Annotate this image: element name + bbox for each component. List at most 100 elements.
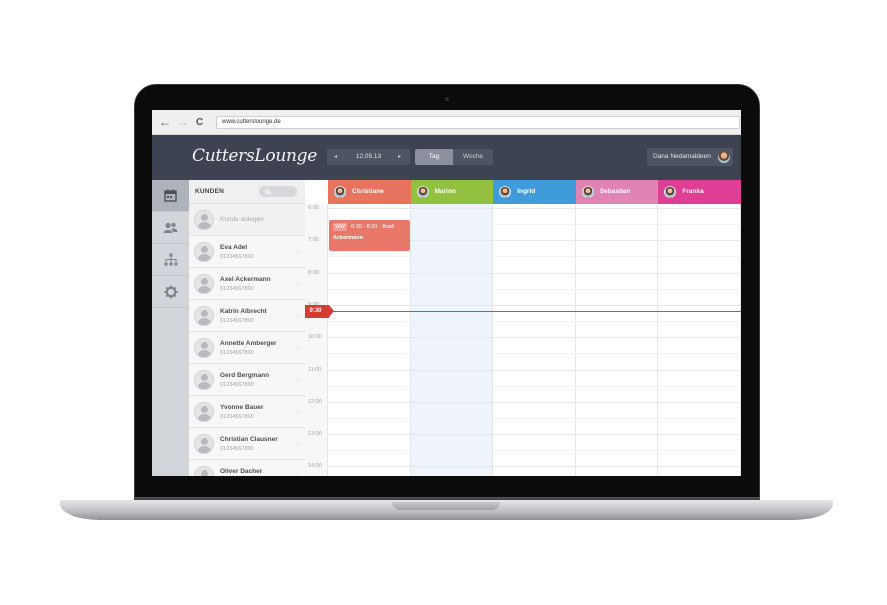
staff-name: Marion	[434, 188, 456, 195]
user-menu[interactable]: Dana Nedamaldeen	[647, 148, 733, 166]
time-label: 6:00	[308, 205, 319, 211]
back-icon[interactable]: ←	[159, 115, 171, 129]
staff-day-column[interactable]	[576, 204, 659, 476]
customer-name: Oliver Dacher	[220, 468, 263, 475]
drag-handle-icon[interactable]: ⋮	[295, 473, 301, 476]
screen: ← → C www.cutterslounge.de CuttersLounge…	[152, 110, 741, 476]
drag-handle-icon[interactable]: ⋮	[295, 377, 301, 384]
hour-gridline	[328, 401, 741, 403]
time-label: 8:00	[308, 269, 319, 276]
address-bar[interactable]: www.cutterslounge.de	[216, 116, 740, 129]
avatar-placeholder	[194, 402, 214, 422]
hour-gridline	[328, 208, 741, 209]
drag-handle-icon[interactable]: ⋮	[295, 249, 301, 256]
sidebar-item-calendar[interactable]	[152, 180, 189, 212]
staff-avatar	[664, 186, 677, 198]
avatar-placeholder	[194, 370, 214, 390]
drag-handle-icon[interactable]: ⋮	[295, 313, 301, 320]
avatar-placeholder	[194, 434, 214, 454]
reload-icon[interactable]: C	[196, 116, 203, 130]
customer-list-item[interactable]: Katrin Albrecht 01234567890 ⋮	[189, 300, 305, 332]
appointment-customer-last: Ackermann	[333, 235, 363, 241]
customer-phone: 01234567890	[220, 286, 254, 292]
customer-phone: 01234567890	[220, 318, 254, 324]
appointment-time: 6:30 - 8:00	[351, 224, 378, 230]
avatar-placeholder	[194, 242, 214, 262]
staff-column-header[interactable]: Ingrid	[493, 180, 577, 204]
current-time-line	[305, 311, 741, 312]
customer-phone: 01234567890	[220, 254, 254, 260]
customer-name: Katrin Albrecht	[220, 308, 267, 315]
staff-day-column[interactable]	[410, 204, 494, 476]
drag-handle-icon[interactable]: ⋮	[295, 345, 301, 352]
customer-panel-title: KUNDEN	[195, 188, 225, 195]
forward-icon[interactable]: →	[177, 115, 189, 129]
staff-name: Ingrid	[517, 188, 536, 195]
sidebar-item-customers[interactable]	[152, 212, 189, 244]
sidebar-item-structure[interactable]	[152, 244, 189, 276]
customer-name: Christian Clausner	[220, 436, 278, 443]
appointment-customer-first: Axel	[382, 224, 394, 230]
app-logo[interactable]: CuttersLounge	[192, 146, 317, 166]
customer-list-item[interactable]: Gerd Bergmann 01234567890 ⋮	[189, 364, 305, 396]
avatar-placeholder	[194, 466, 214, 476]
app-header: CuttersLounge ◂ 12.05.13 ▸ Tag Woche Dan…	[152, 135, 741, 180]
sidebar-item-settings[interactable]	[152, 276, 189, 308]
customer-list-item[interactable]: Eva Adel 01234567890 ⋮	[189, 236, 305, 268]
staff-column-header[interactable]: Sebastian	[575, 180, 660, 204]
staff-avatar	[334, 186, 346, 198]
date-navigator: ◂ 12.05.13 ▸	[327, 149, 410, 165]
icon-sidebar	[152, 180, 189, 476]
hour-gridline	[328, 369, 741, 371]
staff-day-column[interactable]	[658, 204, 741, 476]
customer-phone: 01234567890	[220, 350, 254, 356]
customer-search-input[interactable]	[259, 186, 297, 197]
customer-phone: 01234567890	[220, 446, 254, 452]
camera-icon	[445, 97, 449, 101]
next-day-icon[interactable]: ▸	[398, 153, 401, 160]
customer-phone: 01234567890	[220, 414, 254, 420]
staff-column-header[interactable]: Christiane	[328, 180, 412, 204]
avatar-placeholder	[194, 274, 214, 294]
staff-day-column[interactable]	[493, 204, 576, 476]
time-label: 14:00	[308, 463, 322, 470]
drag-handle-icon[interactable]: ⋮	[295, 441, 301, 448]
user-name: Dana Nedamaldeen	[653, 153, 711, 160]
calendar-icon	[164, 189, 177, 202]
add-customer-button[interactable]: Kunde anlegen	[189, 204, 305, 236]
staff-avatar	[416, 186, 429, 198]
hierarchy-icon	[164, 253, 177, 265]
customer-panel: KUNDEN Kunde anlegen Eva Adel 01234567890…	[189, 180, 305, 476]
hour-gridline	[328, 304, 741, 306]
customer-list-item[interactable]: Christian Clausner 01234567890 ⋮	[189, 428, 305, 460]
half-hour-gridline	[328, 288, 741, 290]
customer-name: Axel Ackermann	[220, 276, 271, 283]
avatar-placeholder	[194, 306, 214, 326]
drag-handle-icon[interactable]: ⋮	[295, 281, 301, 288]
user-avatar	[718, 151, 730, 163]
staff-name: Christiane	[352, 188, 384, 195]
calendar: Christiane Marion Ingrid Sebastian Franka 6:…	[305, 180, 741, 476]
staff-column-header[interactable]: Marion	[410, 180, 495, 204]
appointment[interactable]: WW 6:30 - 8:00 Axel Ackermann	[329, 220, 410, 251]
hour-gridline	[328, 337, 741, 339]
half-hour-gridline	[328, 385, 741, 387]
half-hour-gridline	[328, 256, 741, 258]
customer-list-item[interactable]: Axel Ackermann 01234567890 ⋮	[189, 268, 305, 300]
staff-column-header[interactable]: Franka	[658, 180, 741, 204]
avatar-placeholder	[194, 210, 214, 230]
drag-handle-icon[interactable]: ⋮	[295, 409, 301, 416]
staff-avatar	[581, 186, 594, 198]
tab-day-view[interactable]: Tag	[415, 149, 453, 165]
staff-name: Franka	[682, 188, 704, 195]
hour-gridline	[328, 466, 741, 468]
half-hour-gridline	[328, 417, 741, 419]
half-hour-gridline	[328, 450, 741, 452]
time-label: 10:00	[308, 334, 322, 341]
customer-list-item[interactable]: Oliver Dacher ⋮	[189, 460, 305, 476]
tab-week-view[interactable]: Woche	[453, 149, 493, 165]
time-label: 7:00	[308, 237, 319, 244]
customer-list-item[interactable]: Annette Amberger 01234567890 ⋮	[189, 332, 305, 364]
customer-list-item[interactable]: Yvonne Bauer 01234567890 ⋮	[189, 396, 305, 428]
staff-avatar	[499, 186, 512, 198]
